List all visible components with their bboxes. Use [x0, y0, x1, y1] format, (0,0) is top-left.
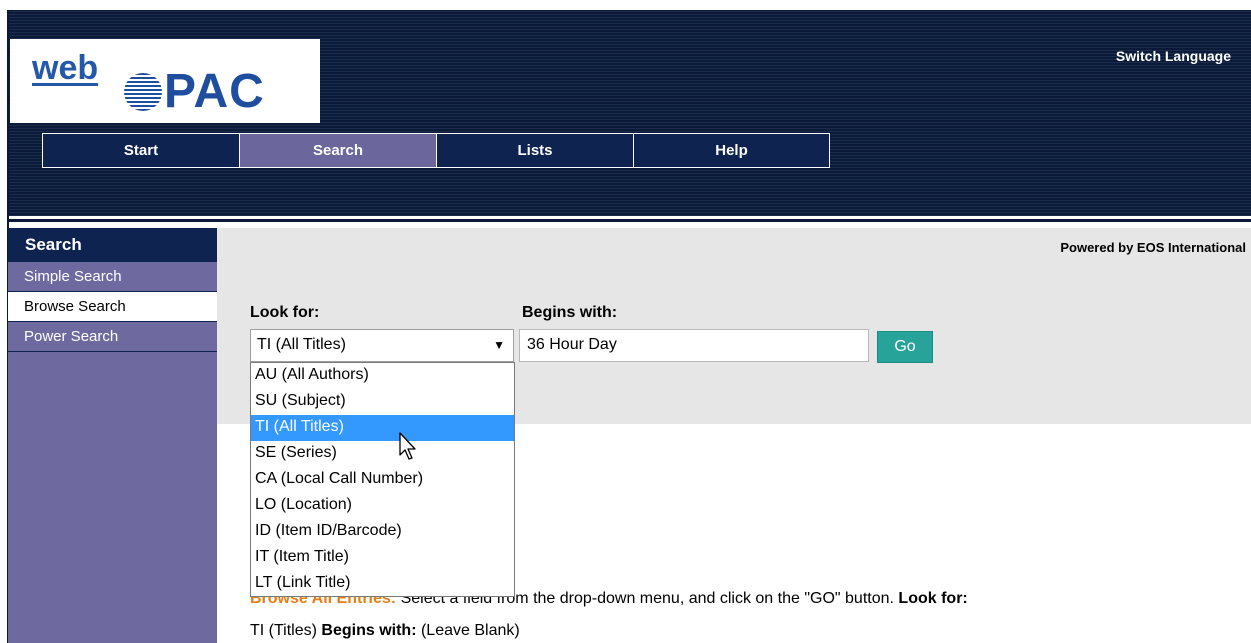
tab-lists[interactable]: Lists — [436, 133, 633, 168]
header-divider-line — [0, 219, 1251, 222]
begins-with-label: Begins with: — [522, 304, 618, 321]
help-example-value: (Leave Blank) — [420, 622, 520, 639]
sidebar: Search Simple Search Browse Search Power… — [8, 228, 217, 643]
powered-by-text: Powered by EOS International — [1060, 240, 1246, 255]
tab-help[interactable]: Help — [633, 133, 830, 168]
look-for-dropdown-list: AU (All Authors) SU (Subject) TI (All Ti… — [250, 362, 515, 597]
option-ca[interactable]: CA (Local Call Number) — [251, 467, 514, 493]
top-margin — [0, 0, 1251, 10]
select-value: TI (All Titles) — [257, 336, 346, 353]
option-lt[interactable]: LT (Link Title) — [251, 571, 514, 597]
sidebar-item-simple-search[interactable]: Simple Search — [8, 262, 217, 292]
tab-search[interactable]: Search — [239, 133, 436, 168]
sidebar-item-power-search[interactable]: Power Search — [8, 322, 217, 352]
sidebar-item-browse-search[interactable]: Browse Search — [8, 292, 217, 322]
option-it[interactable]: IT (Item Title) — [251, 545, 514, 571]
option-lo[interactable]: LO (Location) — [251, 493, 514, 519]
option-su[interactable]: SU (Subject) — [251, 389, 514, 415]
header-divider — [0, 216, 1251, 228]
main-nav: Start Search Lists Help — [42, 133, 830, 168]
help-text-line-2: TI (Titles) Begins with: (Leave Blank) — [250, 622, 520, 640]
begins-with-input[interactable]: 36 Hour Day — [519, 329, 869, 362]
look-for-label: Look for: — [250, 304, 320, 321]
option-au[interactable]: AU (All Authors) — [251, 363, 514, 389]
logo-opac-letters: PAC — [164, 65, 265, 118]
option-ti[interactable]: TI (All Titles) — [251, 415, 514, 441]
chevron-down-icon: ▼ — [493, 338, 505, 352]
mouse-pointer-icon — [399, 432, 416, 460]
logo-web-text: web — [32, 49, 99, 87]
logo-opac-text: PAC — [124, 64, 265, 119]
webopac-logo: web PAC — [10, 39, 320, 123]
help-look-for: Look for: — [898, 590, 968, 607]
tab-start[interactable]: Start — [42, 133, 239, 168]
look-for-select[interactable]: TI (All Titles) ▼ — [250, 329, 514, 362]
sidebar-heading: Search — [8, 228, 217, 262]
help-example-field: TI (Titles) — [250, 622, 317, 639]
help-begins-with: Begins with: — [321, 622, 417, 639]
option-id[interactable]: ID (Item ID/Barcode) — [251, 519, 514, 545]
option-se[interactable]: SE (Series) — [251, 441, 514, 467]
logo-o-disc-icon — [124, 73, 162, 111]
go-button[interactable]: Go — [877, 331, 933, 363]
switch-language-link[interactable]: Switch Language — [1116, 48, 1231, 64]
